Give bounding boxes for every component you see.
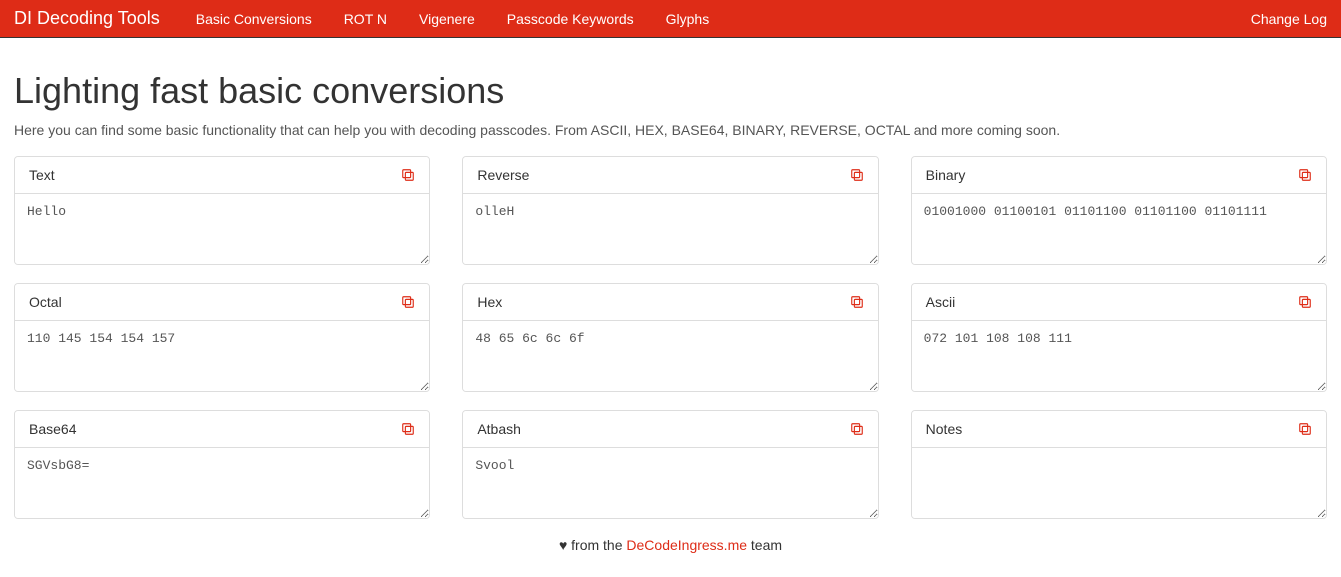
panel-label: Text: [29, 167, 55, 183]
panel-header: Atbash: [463, 411, 877, 448]
nav-link-basic-conversions[interactable]: Basic Conversions: [180, 0, 328, 38]
panel-label: Atbash: [477, 421, 521, 437]
nav-link-vigenere[interactable]: Vigenere: [403, 0, 491, 38]
panel-binary: Binary: [911, 156, 1327, 265]
panel-header: Base64: [15, 411, 429, 448]
octal-input[interactable]: [15, 321, 429, 391]
copy-icon[interactable]: [401, 168, 415, 182]
copy-icon[interactable]: [401, 295, 415, 309]
panel-label: Octal: [29, 294, 62, 310]
atbash-input[interactable]: [463, 448, 877, 518]
copy-icon[interactable]: [401, 422, 415, 436]
footer-suffix: team: [747, 537, 782, 553]
panel-header: Reverse: [463, 157, 877, 194]
navbar: DI Decoding Tools Basic Conversions ROT …: [0, 0, 1341, 38]
panel-hex: Hex: [462, 283, 878, 392]
panel-header: Notes: [912, 411, 1326, 448]
panel-base64: Base64: [14, 410, 430, 519]
notes-input[interactable]: [912, 448, 1326, 518]
panel-label: Base64: [29, 421, 76, 437]
text-input[interactable]: [15, 194, 429, 264]
copy-icon[interactable]: [1298, 295, 1312, 309]
panel-header: Octal: [15, 284, 429, 321]
conversion-grid: Text Reverse Binary Octal: [14, 156, 1327, 519]
copy-icon[interactable]: [850, 168, 864, 182]
binary-input[interactable]: [912, 194, 1326, 264]
panel-header: Text: [15, 157, 429, 194]
panel-label: Notes: [926, 421, 963, 437]
panel-label: Hex: [477, 294, 502, 310]
reverse-input[interactable]: [463, 194, 877, 264]
footer-link[interactable]: DeCodeIngress.me: [626, 537, 747, 553]
panel-text: Text: [14, 156, 430, 265]
nav-link-change-log[interactable]: Change Log: [1251, 11, 1327, 27]
copy-icon[interactable]: [1298, 422, 1312, 436]
panel-atbash: Atbash: [462, 410, 878, 519]
navbar-links: Basic Conversions ROT N Vigenere Passcod…: [180, 0, 1251, 38]
navbar-brand[interactable]: DI Decoding Tools: [14, 8, 160, 29]
panel-header: Ascii: [912, 284, 1326, 321]
panel-notes: Notes: [911, 410, 1327, 519]
panel-header: Binary: [912, 157, 1326, 194]
panel-label: Binary: [926, 167, 966, 183]
nav-link-glyphs[interactable]: Glyphs: [650, 0, 726, 38]
nav-link-passcode-keywords[interactable]: Passcode Keywords: [491, 0, 650, 38]
main-container: Lighting fast basic conversions Here you…: [0, 38, 1341, 577]
panel-label: Reverse: [477, 167, 529, 183]
footer: ♥ from the DeCodeIngress.me team: [14, 519, 1327, 563]
hex-input[interactable]: [463, 321, 877, 391]
panel-header: Hex: [463, 284, 877, 321]
copy-icon[interactable]: [850, 422, 864, 436]
panel-reverse: Reverse: [462, 156, 878, 265]
panel-octal: Octal: [14, 283, 430, 392]
footer-prefix: ♥ from the: [559, 537, 626, 553]
page-title: Lighting fast basic conversions: [14, 70, 1327, 112]
ascii-input[interactable]: [912, 321, 1326, 391]
panel-label: Ascii: [926, 294, 956, 310]
nav-link-rot-n[interactable]: ROT N: [328, 0, 403, 38]
page-description: Here you can find some basic functionali…: [14, 122, 1327, 138]
copy-icon[interactable]: [850, 295, 864, 309]
copy-icon[interactable]: [1298, 168, 1312, 182]
base64-input[interactable]: [15, 448, 429, 518]
panel-ascii: Ascii: [911, 283, 1327, 392]
